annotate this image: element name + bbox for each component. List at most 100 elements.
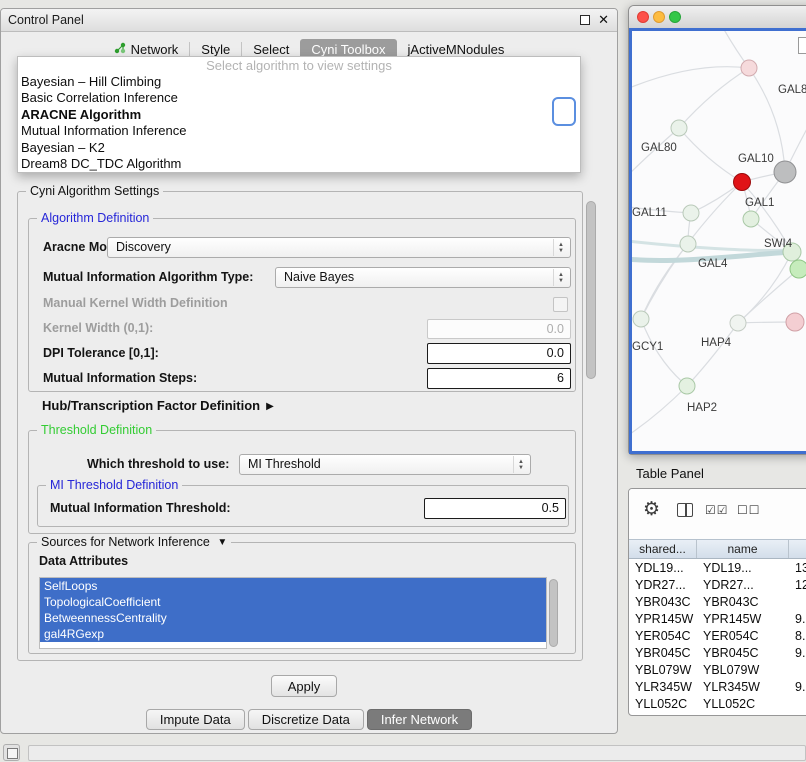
mi-steps-input[interactable]: 6 [427,368,571,389]
node-label: GAL8 [778,84,806,96]
node-label: GAL80 [641,142,677,154]
mi-threshold-input[interactable]: 0.5 [424,498,566,519]
close-icon[interactable]: ✕ [598,9,609,31]
cell: YER054C [629,628,697,645]
table-panel-window: ⚙ ☑☑ ☐☐ shared... name YDL19...YDL19...1… [628,488,806,716]
cell: YDR27... [629,577,697,594]
manual-kernel-checkbox[interactable] [553,297,568,312]
table-row[interactable]: YPR145WYPR145W9. [629,611,806,628]
network-node[interactable] [633,311,649,327]
apply-button[interactable]: Apply [271,675,337,697]
help-button[interactable] [552,97,576,126]
network-node[interactable] [730,315,746,331]
tab-label: Cyni Toolbox [311,42,385,57]
which-threshold-value: MI Threshold [248,457,321,471]
network-node[interactable] [734,174,751,191]
cell: YLR345W [697,679,789,696]
popup-item-bayesian-hill-climbing[interactable]: Bayesian – Hill Climbing [18,74,580,90]
close-traffic-light-icon[interactable] [637,11,649,23]
hub-definition-toggle[interactable]: Hub/Transcription Factor Definition▶ [42,398,274,413]
tab-impute-data[interactable]: Impute Data [146,709,245,730]
attribute-item-selfloops[interactable]: SelfLoops [40,578,546,594]
table-row[interactable]: YLR345WYLR345W9. [629,679,806,696]
table-row[interactable]: YER054CYER054C8. [629,628,806,645]
network-graph: GAL8GAL80GAL10GAL11GAL1SWI4GAL4GCY1HAP4H… [632,31,806,454]
aracne-mode-select[interactable]: Discovery ▲▼ [107,237,571,258]
overview-widget[interactable] [798,37,806,54]
node-label: SWI4 [764,238,793,250]
network-node[interactable] [774,161,796,183]
mi-algorithm-type-select[interactable]: Naive Bayes ▲▼ [275,267,571,288]
settings-group-title: Cyni Algorithm Settings [26,184,163,198]
column-header-name[interactable]: name [697,540,789,558]
attribute-item-betweennesscentrality[interactable]: BetweennessCentrality [40,610,546,626]
cell: YBR043C [629,594,697,611]
attribute-item-topologicalcoefficient[interactable]: TopologicalCoefficient [40,594,546,610]
tab-label: Style [201,42,230,57]
network-node[interactable] [671,120,687,136]
cyni-algorithm-settings-group: Cyni Algorithm Settings Algorithm Defini… [17,191,583,661]
popup-item-mutual-information[interactable]: Mutual Information Inference [18,123,580,139]
column-header-partial[interactable] [789,540,806,558]
cell: YLL052C [697,696,789,713]
tab-discretize-data[interactable]: Discretize Data [248,709,364,730]
node-label: HAP4 [701,337,732,349]
column-header-shared-name[interactable]: shared... [629,540,697,558]
cell: YPR145W [697,611,789,628]
select-columns-icon[interactable] [677,503,693,517]
network-node[interactable] [680,236,696,252]
cell: YLL052C [629,696,697,713]
which-threshold-select[interactable]: MI Threshold ▲▼ [239,454,531,475]
popup-item-basic-correlation[interactable]: Basic Correlation Inference [18,90,580,106]
which-threshold-label: Which threshold to use: [87,454,229,475]
network-node[interactable] [683,205,699,221]
deselect-all-checkboxes-icon[interactable]: ☐☐ [737,503,761,517]
minimize-traffic-light-icon[interactable] [653,11,665,23]
network-node[interactable] [743,211,759,227]
table-row[interactable]: YBR043CYBR043C [629,594,806,611]
network-window-titlebar[interactable] [629,6,806,29]
attribute-item-gal4rgexp[interactable]: gal4RGexp [40,626,546,642]
horizontal-scrollbar[interactable] [28,745,806,761]
cell [789,662,806,679]
algorithm-definition-group: Algorithm Definition Aracne Mode: Discov… [28,218,576,392]
sources-toggle[interactable]: Sources for Network Inference ▼ [37,535,231,549]
chevron-updown-icon: ▲▼ [553,269,568,286]
network-canvas[interactable]: GAL8GAL80GAL10GAL11GAL1SWI4GAL4GCY1HAP4H… [629,28,806,454]
network-node[interactable] [679,378,695,394]
network-tab-icon [114,42,126,57]
network-node[interactable] [790,260,806,278]
table-row[interactable]: YLL052CYLL052C [629,696,806,713]
zoom-traffic-light-icon[interactable] [669,11,681,23]
gear-icon[interactable]: ⚙ [643,498,660,521]
tab-label: jActiveMNodules [408,42,505,57]
attributes-scrollbar[interactable] [549,579,558,647]
chevron-updown-icon: ▲▼ [553,239,568,256]
table-row[interactable]: YDL19...YDL19...13 [629,560,806,577]
table-row[interactable]: YDR27...YDR27...12 [629,577,806,594]
node-label: GAL10 [738,153,774,165]
dpi-tolerance-input[interactable]: 0.0 [427,343,571,364]
settings-scrollbar[interactable] [586,201,596,379]
kernel-width-input[interactable]: 0.0 [427,319,571,339]
network-node[interactable] [741,60,757,76]
popup-item-dream8[interactable]: Dream8 DC_TDC Algorithm [18,156,580,172]
control-panel-titlebar[interactable]: Control Panel ✕ [1,9,617,32]
cyni-bottom-tabbar: Impute Data Discretize Data Infer Networ… [1,709,617,730]
table-row[interactable]: YBL079WYBL079W [629,662,806,679]
panel-grip-icon[interactable] [3,744,20,761]
node-label: HAP2 [687,402,717,414]
table-row[interactable]: YBR045CYBR045C9. [629,645,806,662]
popup-item-bayesian-k2[interactable]: Bayesian – K2 [18,140,580,156]
tab-infer-network[interactable]: Infer Network [367,709,472,730]
select-all-checkboxes-icon[interactable]: ☑☑ [705,503,729,517]
sources-title: Sources for Network Inference [41,535,210,549]
tab-label: Select [253,42,289,57]
manual-kernel-label: Manual Kernel Width Definition [43,293,228,314]
network-node[interactable] [786,313,804,331]
data-attributes-list: SelfLoops TopologicalCoefficient Between… [39,577,547,649]
popup-item-aracne[interactable]: ARACNE Algorithm [18,107,580,123]
float-window-icon[interactable] [580,15,590,25]
aracne-mode-value: Discovery [116,240,171,254]
network-view-window: GAL8GAL80GAL10GAL11GAL1SWI4GAL4GCY1HAP4H… [628,5,806,455]
